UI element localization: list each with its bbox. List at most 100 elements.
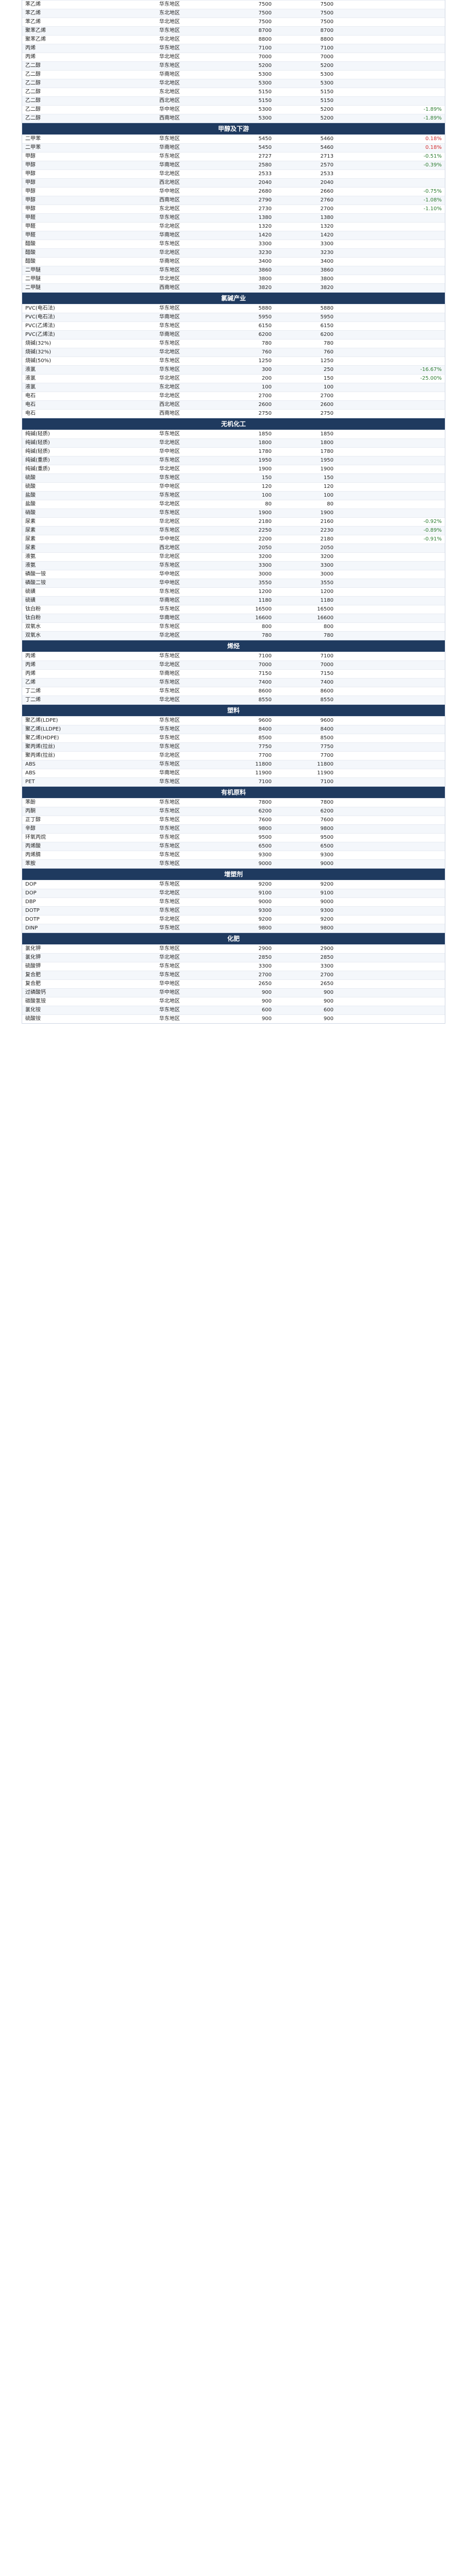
- table-row: 甲醇 华东地区 2727 2713 -0.51%: [22, 152, 445, 161]
- region: 华东地区: [156, 622, 213, 632]
- change-percent: [337, 906, 445, 916]
- change-percent: [337, 962, 445, 971]
- price-prev: 3200: [213, 552, 275, 562]
- price-current: 250: [275, 365, 337, 375]
- table-row: 醋酸 华北地区 3230 3230: [22, 248, 445, 258]
- price-prev: 2750: [213, 409, 275, 418]
- price-current: 7150: [275, 669, 337, 679]
- product-name: 甲醛: [22, 213, 156, 223]
- price-current: 100: [275, 491, 337, 500]
- table-row: 甲醛 华东地区 1380 1380: [22, 213, 445, 223]
- price-current: 5300: [275, 70, 337, 79]
- product-name: 钛白粉: [22, 605, 156, 614]
- price-prev: 16600: [213, 614, 275, 623]
- change-percent: [337, 178, 445, 188]
- product-name: 聚丙烯(拉丝): [22, 742, 156, 752]
- region: 东北地区: [156, 9, 213, 18]
- price-prev: 7400: [213, 678, 275, 687]
- product-name: ABS: [22, 769, 156, 778]
- region: 华东地区: [156, 365, 213, 375]
- region: 华北地区: [156, 997, 213, 1006]
- table-row: 甲醛 华北地区 1320 1320: [22, 222, 445, 231]
- change-percent: [337, 96, 445, 106]
- product-name: DINP: [22, 924, 156, 933]
- product-name: 甲醇: [22, 161, 156, 170]
- region: 华北地区: [156, 438, 213, 448]
- table-row: 聚苯乙烯 华北地区 8800 8800: [22, 35, 445, 44]
- change-percent: [337, 357, 445, 366]
- price-current: 2700: [275, 205, 337, 214]
- price-prev: 100: [213, 383, 275, 392]
- price-prev: 5200: [213, 61, 275, 71]
- price-current: 600: [275, 1006, 337, 1015]
- region: 华北地区: [156, 915, 213, 924]
- price-current: 2750: [275, 409, 337, 418]
- price-prev: 1320: [213, 222, 275, 231]
- product-name: PVC(电石法): [22, 313, 156, 322]
- change-percent: [337, 979, 445, 989]
- price-prev: 16500: [213, 605, 275, 614]
- change-percent: [337, 696, 445, 704]
- price-current: 8500: [275, 734, 337, 743]
- change-percent: [337, 26, 445, 36]
- price-prev: 900: [213, 988, 275, 997]
- section-header: 塑料: [22, 704, 445, 716]
- product-name: 甲醛: [22, 231, 156, 240]
- table-row: 液氯 东北地区 100 100: [22, 383, 445, 392]
- table-row: 纯碱(重质) 华东地区 1950 1950: [22, 456, 445, 465]
- region: 华中地区: [156, 570, 213, 579]
- product-name: 乙二醇: [22, 96, 156, 106]
- price-prev: 7100: [213, 652, 275, 661]
- price-current: 5300: [275, 79, 337, 88]
- region: 华北地区: [156, 35, 213, 44]
- product-name: DOTP: [22, 915, 156, 924]
- change-percent: [337, 9, 445, 18]
- region: 华东地区: [156, 605, 213, 614]
- change-percent: [337, 0, 445, 9]
- change-percent: [337, 1014, 445, 1023]
- region: 华北地区: [156, 953, 213, 962]
- region: 华北地区: [156, 500, 213, 509]
- table-row: 液氯 华北地区 200 150 -25.00%: [22, 374, 445, 383]
- table-row: 纯碱(轻质) 华北地区 1800 1800: [22, 438, 445, 448]
- price-prev: 2730: [213, 205, 275, 214]
- change-percent: [337, 897, 445, 907]
- region: 华东地区: [156, 134, 213, 144]
- product-name: 醋酸: [22, 240, 156, 249]
- region: 华东地区: [156, 687, 213, 696]
- price-prev: 7750: [213, 742, 275, 752]
- price-prev: 2680: [213, 187, 275, 196]
- section-header: 烯烃: [22, 640, 445, 652]
- change-percent: [337, 734, 445, 743]
- table-row: 液氯 华东地区 300 250 -16.67%: [22, 365, 445, 375]
- price-prev: 2533: [213, 170, 275, 179]
- change-percent: [337, 915, 445, 924]
- region: 华东地区: [156, 0, 213, 9]
- change-percent: [337, 561, 445, 570]
- change-percent: -1.08%: [337, 196, 445, 205]
- page: 苯乙烯 华东地区 7500 7500 苯乙烯 东北地区 7500 7500 苯乙烯 华北地区 750…: [0, 0, 467, 1024]
- table-row: 苯酚 华东地区 7800 7800: [22, 798, 445, 807]
- change-percent: [337, 859, 445, 868]
- product-name: 醋酸: [22, 257, 156, 266]
- product-name: 盐酸: [22, 500, 156, 509]
- table-row: 电石 西北地区 2600 2600: [22, 400, 445, 410]
- product-name: 聚苯乙烯: [22, 35, 156, 44]
- table-row: 甲醛 华南地区 1420 1420: [22, 231, 445, 240]
- price-current: 7500: [275, 18, 337, 27]
- price-prev: 2900: [213, 944, 275, 954]
- table-row: 正丁醇 华东地区 7600 7600: [22, 816, 445, 825]
- region: 华北地区: [156, 275, 213, 284]
- table-row: 辛醇 华东地区 9800 9800: [22, 824, 445, 834]
- table-row: 醋酸 华南地区 3400 3400: [22, 257, 445, 266]
- price-current: 150: [275, 374, 337, 383]
- price-prev: 2700: [213, 971, 275, 980]
- product-name: 硫酸铵: [22, 1014, 156, 1023]
- price-current: 1950: [275, 456, 337, 465]
- table-row: 聚丙烯(拉丝) 华东地区 7750 7750: [22, 742, 445, 752]
- table-row: 乙二醇 东北地区 5150 5150: [22, 88, 445, 97]
- price-prev: 2040: [213, 178, 275, 188]
- region: 华东地区: [156, 971, 213, 980]
- region: 华东地区: [156, 906, 213, 916]
- product-name: 辛醇: [22, 824, 156, 834]
